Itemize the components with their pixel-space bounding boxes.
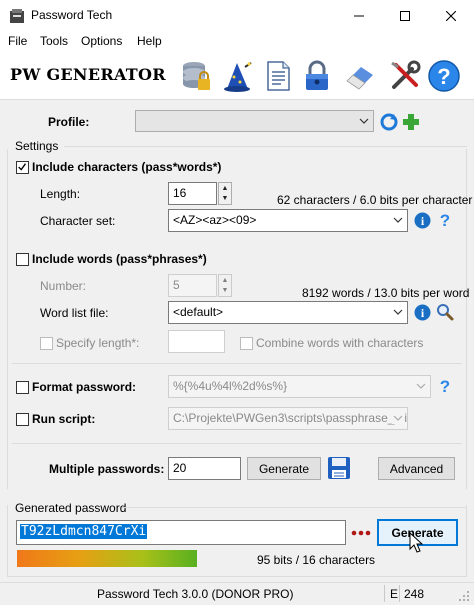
minimize-icon bbox=[354, 15, 364, 17]
help-icon[interactable]: ? bbox=[427, 59, 461, 93]
eraser-icon[interactable] bbox=[343, 59, 377, 93]
wordlist-value: <default> bbox=[173, 305, 224, 319]
password-text: T92zLdmcn847CrXi bbox=[20, 524, 148, 539]
stepper-up-icon[interactable]: ▲ bbox=[219, 275, 231, 285]
question-icon[interactable]: ? bbox=[438, 211, 452, 229]
divider bbox=[12, 363, 462, 364]
status-divider bbox=[399, 585, 400, 602]
number-input[interactable]: 5 bbox=[168, 274, 217, 297]
mouse-cursor-icon bbox=[409, 532, 424, 553]
refresh-icon[interactable] bbox=[380, 113, 398, 131]
brand-title: PW GENERATOR bbox=[10, 65, 166, 84]
multiple-passwords-label: Multiple passwords: bbox=[49, 462, 165, 476]
document-icon[interactable] bbox=[261, 59, 295, 93]
status-version: Password Tech 3.0.0 (DONOR PRO) bbox=[97, 587, 294, 601]
svg-text:?: ? bbox=[440, 377, 450, 395]
charset-label: Character set: bbox=[40, 214, 116, 228]
profile-label: Profile: bbox=[48, 115, 90, 129]
info-icon[interactable]: i bbox=[414, 304, 431, 321]
wordlist-select[interactable]: <default> bbox=[168, 301, 408, 324]
question-icon[interactable]: ? bbox=[438, 377, 452, 395]
menu-bar bbox=[0, 32, 474, 52]
wordlist-label: Word list file: bbox=[40, 306, 109, 320]
run-script-label: Run script: bbox=[32, 412, 96, 426]
divider bbox=[12, 443, 462, 444]
multiple-passwords-input[interactable]: 20 bbox=[168, 457, 241, 480]
padlock-icon[interactable] bbox=[300, 59, 334, 93]
menu-help[interactable]: Help bbox=[137, 34, 162, 48]
number-stepper[interactable]: ▲ ▼ bbox=[218, 274, 232, 297]
menu-options[interactable]: Options bbox=[81, 34, 122, 48]
database-lock-icon[interactable] bbox=[179, 59, 213, 93]
magnifier-icon[interactable] bbox=[436, 303, 454, 321]
include-chars-checkbox[interactable] bbox=[16, 161, 29, 174]
settings-group-top-line bbox=[64, 146, 467, 147]
maximize-icon bbox=[400, 11, 410, 21]
number-label: Number: bbox=[40, 279, 87, 293]
words-info-text: 8192 words / 13.0 bits per word bbox=[302, 286, 470, 300]
include-words-label: Include words (pass*phrases*) bbox=[32, 252, 207, 266]
status-count: 248 bbox=[404, 587, 425, 601]
combine-words-checkbox[interactable] bbox=[240, 337, 253, 350]
more-options-icon[interactable] bbox=[351, 528, 371, 538]
status-e: E bbox=[390, 587, 399, 601]
include-chars-label: Include characters (pass*words*) bbox=[32, 160, 222, 174]
wizard-icon[interactable] bbox=[221, 59, 255, 93]
generated-group-top-line bbox=[122, 507, 467, 508]
close-button[interactable] bbox=[428, 0, 474, 32]
chevron-down-icon bbox=[393, 217, 403, 223]
charset-value: <AZ><az><09> bbox=[173, 213, 257, 227]
save-icon[interactable] bbox=[326, 455, 352, 481]
status-divider bbox=[384, 585, 385, 602]
specify-length-label: Specify length*: bbox=[56, 336, 140, 350]
specify-length-input[interactable] bbox=[168, 330, 225, 353]
close-icon bbox=[446, 11, 456, 21]
stepper-down-icon[interactable]: ▼ bbox=[219, 285, 231, 295]
length-stepper[interactable]: ▲ ▼ bbox=[218, 182, 232, 205]
generated-password-label: Generated password bbox=[15, 501, 127, 515]
length-input[interactable]: 16 bbox=[168, 182, 217, 205]
length-label: Length: bbox=[40, 187, 81, 201]
svg-text:?: ? bbox=[440, 211, 450, 229]
window-title: Password Tech bbox=[31, 8, 113, 22]
chevron-down-icon bbox=[359, 118, 369, 124]
password-output[interactable]: T92zLdmcn847CrXi bbox=[16, 520, 346, 545]
minimize-button[interactable] bbox=[336, 0, 382, 32]
format-password-label: Format password: bbox=[32, 380, 137, 394]
chevron-down-icon bbox=[392, 412, 404, 424]
info-icon[interactable]: i bbox=[414, 212, 431, 229]
add-profile-icon[interactable] bbox=[402, 113, 420, 131]
run-script-value: C:\Projekte\PWGen3\scripts\passphrase_mi… bbox=[173, 411, 408, 425]
profile-select[interactable] bbox=[135, 110, 374, 132]
run-script-select[interactable]: C:\Projekte\PWGen3\scripts\passphrase_mi… bbox=[168, 407, 408, 430]
app-icon bbox=[10, 9, 24, 23]
format-password-select[interactable]: %{%4u%4l%2d%s%} bbox=[168, 375, 431, 398]
svg-text:?: ? bbox=[437, 64, 450, 89]
combine-words-label: Combine words with characters bbox=[256, 336, 424, 350]
resize-grip-icon[interactable] bbox=[458, 590, 470, 602]
stepper-down-icon[interactable]: ▼ bbox=[219, 193, 231, 203]
chevron-down-icon bbox=[393, 309, 403, 315]
format-password-value: %{%4u%4l%2d%s%} bbox=[173, 379, 288, 393]
strength-meter-fill bbox=[17, 550, 198, 567]
strength-text: 95 bits / 16 characters bbox=[257, 553, 376, 567]
format-password-checkbox[interactable] bbox=[16, 381, 29, 394]
charset-select[interactable]: <AZ><az><09> bbox=[168, 209, 408, 232]
include-words-checkbox[interactable] bbox=[16, 253, 29, 266]
checkmark-icon bbox=[18, 163, 27, 171]
menu-file[interactable]: File bbox=[8, 34, 27, 48]
chevron-down-icon bbox=[416, 383, 426, 389]
menu-tools[interactable]: Tools bbox=[40, 34, 68, 48]
advanced-button[interactable]: Advanced bbox=[378, 457, 455, 480]
maximize-button[interactable] bbox=[382, 0, 428, 32]
stepper-up-icon[interactable]: ▲ bbox=[219, 183, 231, 193]
tools-icon[interactable] bbox=[388, 59, 422, 93]
specify-length-checkbox[interactable] bbox=[40, 337, 53, 350]
chars-info-text: 62 characters / 6.0 bits per character bbox=[277, 193, 473, 207]
run-script-checkbox[interactable] bbox=[16, 413, 29, 426]
generate-multiple-button[interactable]: Generate bbox=[247, 457, 321, 480]
